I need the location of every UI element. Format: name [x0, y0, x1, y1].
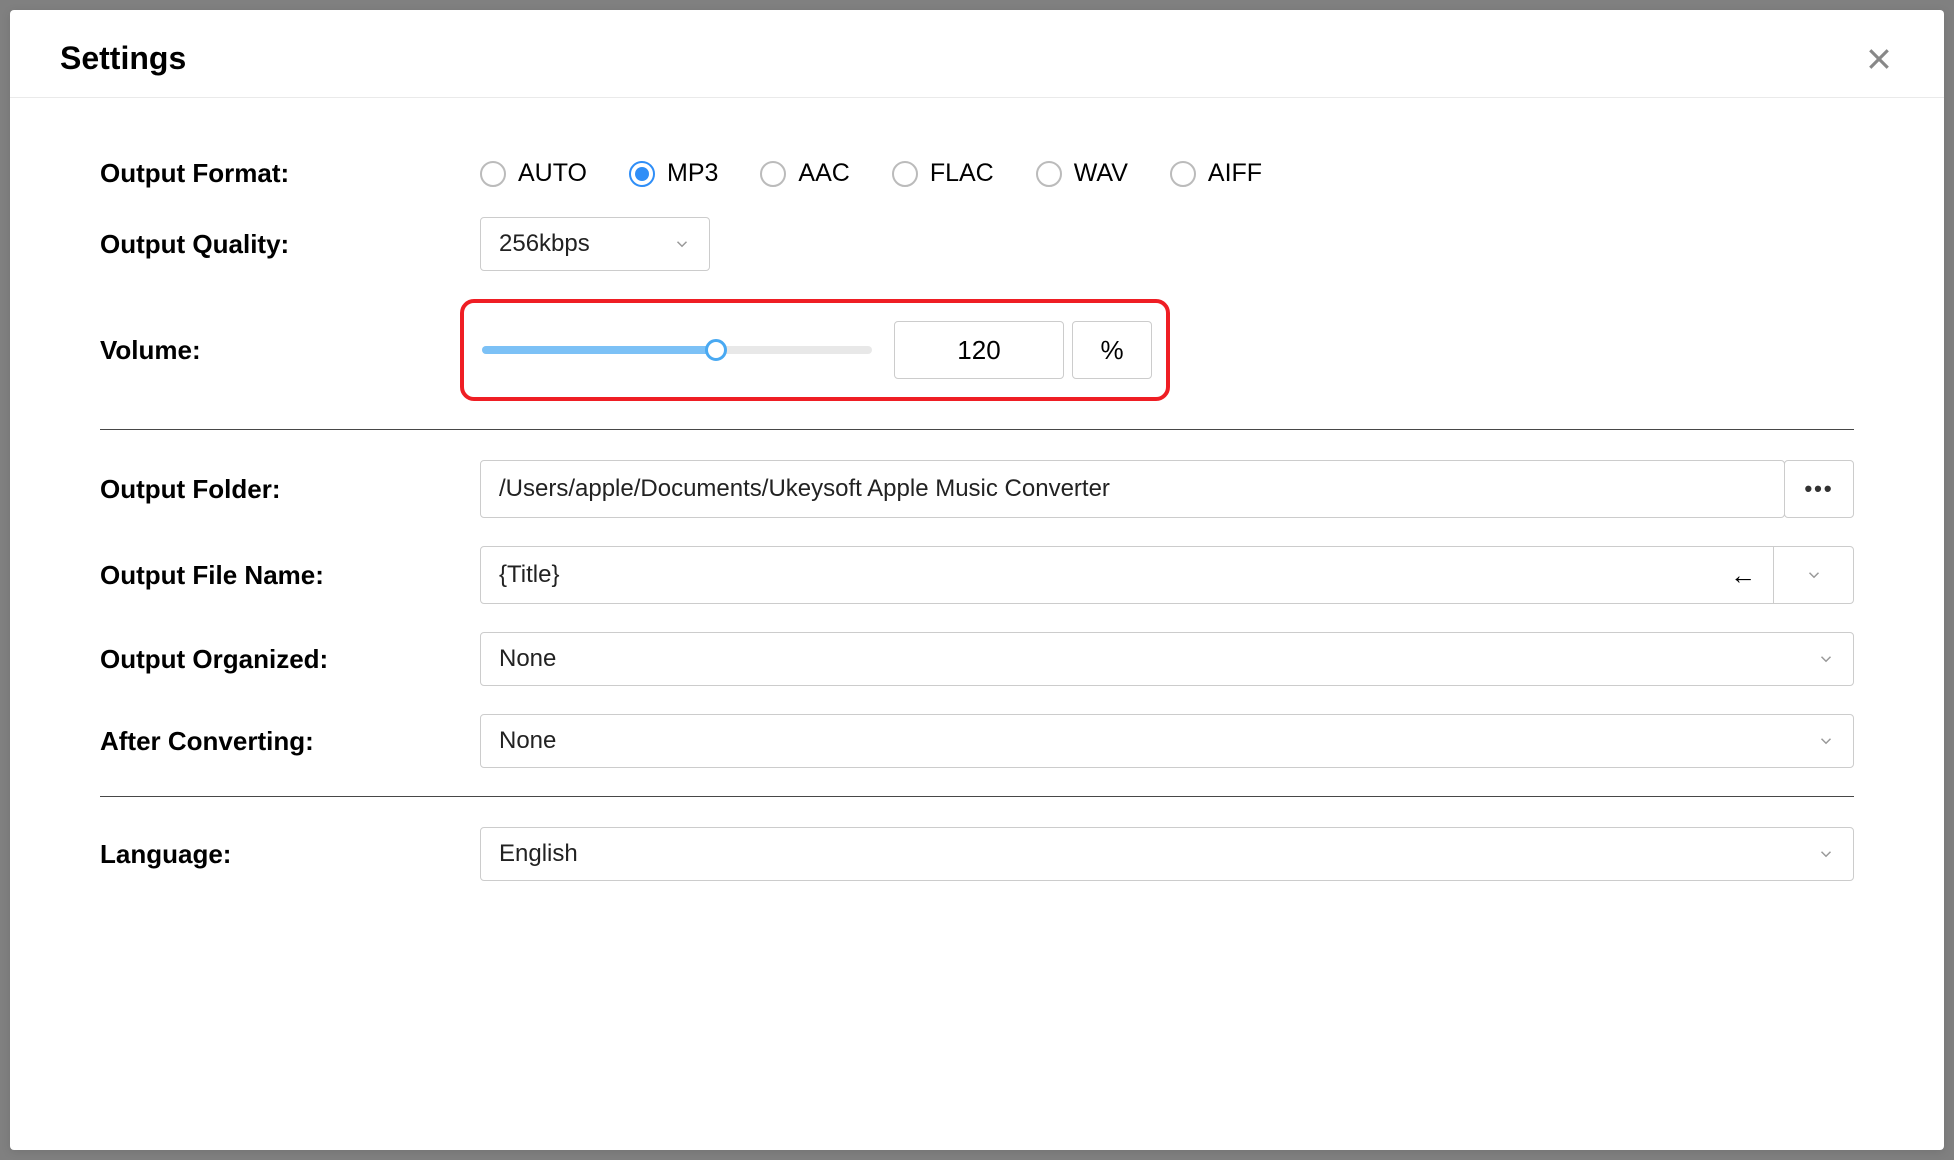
row-output-format: Output Format: AUTO MP3 AAC — [100, 158, 1854, 189]
divider — [100, 429, 1854, 430]
output-folder-control: ••• — [480, 460, 1854, 518]
output-organized-value: None — [499, 645, 556, 673]
radio-label: AUTO — [518, 159, 587, 188]
row-volume: Volume: % — [100, 299, 1854, 401]
chevron-down-icon — [1817, 650, 1835, 668]
label-output-folder: Output Folder: — [100, 474, 480, 505]
output-folder-input[interactable] — [480, 460, 1785, 518]
label-output-format: Output Format: — [100, 158, 480, 189]
settings-modal: Settings Output Format: AUTO MP3 — [10, 10, 1944, 1150]
label-output-organized: Output Organized: — [100, 644, 480, 675]
label-volume: Volume: — [100, 335, 480, 366]
row-language: Language: English — [100, 827, 1854, 881]
output-quality-control: 256kbps — [480, 217, 1854, 271]
radio-label: AAC — [798, 159, 849, 188]
output-file-name-control: ← — [480, 546, 1854, 604]
volume-slider-thumb[interactable] — [705, 339, 727, 361]
ellipsis-icon: ••• — [1804, 476, 1833, 502]
radio-dot-icon — [635, 167, 649, 181]
after-converting-select[interactable]: None — [480, 714, 1854, 768]
radio-circle-icon — [629, 161, 655, 187]
radio-circle-icon — [1036, 161, 1062, 187]
radio-wav[interactable]: WAV — [1036, 159, 1128, 188]
radio-aac[interactable]: AAC — [760, 159, 849, 188]
radio-mp3[interactable]: MP3 — [629, 159, 718, 188]
modal-header: Settings — [10, 10, 1944, 98]
radio-circle-icon — [760, 161, 786, 187]
close-icon[interactable] — [1864, 44, 1894, 74]
chevron-down-icon — [1817, 845, 1835, 863]
output-file-name-box: ← — [480, 546, 1854, 604]
settings-content: Output Format: AUTO MP3 AAC — [10, 98, 1944, 1150]
output-format-control: AUTO MP3 AAC FLAC — [480, 159, 1854, 188]
label-language: Language: — [100, 839, 480, 870]
label-after-converting: After Converting: — [100, 726, 480, 757]
label-output-file-name: Output File Name: — [100, 560, 480, 591]
chevron-down-icon — [1805, 566, 1823, 584]
chevron-down-icon — [1817, 732, 1835, 750]
radio-circle-icon — [892, 161, 918, 187]
modal-title: Settings — [60, 40, 186, 77]
volume-slider[interactable] — [482, 346, 872, 354]
output-quality-value: 256kbps — [499, 230, 590, 258]
volume-unit: % — [1072, 321, 1152, 379]
output-organized-select[interactable]: None — [480, 632, 1854, 686]
radio-aiff[interactable]: AIFF — [1170, 159, 1262, 188]
radio-label: WAV — [1074, 159, 1128, 188]
language-value: English — [499, 840, 578, 868]
output-quality-select[interactable]: 256kbps — [480, 217, 710, 271]
output-organized-control: None — [480, 632, 1854, 686]
language-control: English — [480, 827, 1854, 881]
filename-back-button[interactable]: ← — [1713, 547, 1773, 603]
row-after-converting: After Converting: None — [100, 714, 1854, 768]
radio-circle-icon — [480, 161, 506, 187]
radio-auto[interactable]: AUTO — [480, 159, 587, 188]
volume-input[interactable] — [894, 321, 1064, 379]
row-output-folder: Output Folder: ••• — [100, 460, 1854, 518]
row-output-organized: Output Organized: None — [100, 632, 1854, 686]
radio-circle-icon — [1170, 161, 1196, 187]
language-select[interactable]: English — [480, 827, 1854, 881]
radio-label: AIFF — [1208, 159, 1262, 188]
output-format-radio-group: AUTO MP3 AAC FLAC — [480, 159, 1262, 188]
divider — [100, 796, 1854, 797]
after-converting-control: None — [480, 714, 1854, 768]
volume-highlight-box: % — [460, 299, 1170, 401]
browse-folder-button[interactable]: ••• — [1784, 460, 1854, 518]
volume-slider-fill — [482, 346, 716, 354]
radio-label: FLAC — [930, 159, 994, 188]
label-output-quality: Output Quality: — [100, 229, 480, 260]
arrow-left-icon: ← — [1730, 560, 1756, 591]
filename-dropdown-button[interactable] — [1773, 547, 1853, 603]
row-output-quality: Output Quality: 256kbps — [100, 217, 1854, 271]
volume-control: % — [480, 299, 1854, 401]
radio-flac[interactable]: FLAC — [892, 159, 994, 188]
chevron-down-icon — [673, 235, 691, 253]
row-output-file-name: Output File Name: ← — [100, 546, 1854, 604]
output-file-name-input[interactable] — [481, 561, 1713, 589]
after-converting-value: None — [499, 727, 556, 755]
radio-label: MP3 — [667, 159, 718, 188]
